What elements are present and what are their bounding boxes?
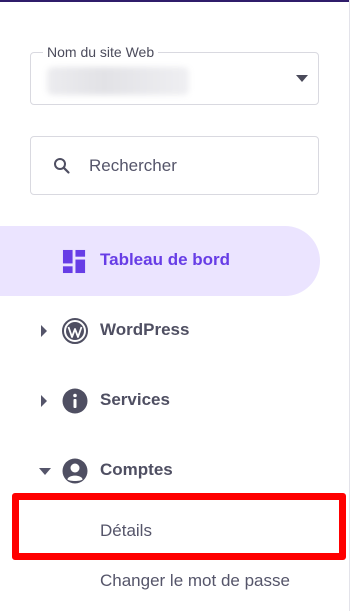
caret-right-icon[interactable]	[41, 395, 47, 407]
nav-item-wordpress[interactable]: WordPress	[0, 296, 320, 366]
website-select-value-blurred	[47, 67, 189, 95]
nav-item-label: Comptes	[100, 460, 173, 479]
info-icon	[62, 388, 88, 414]
account-icon	[62, 458, 88, 484]
website-select[interactable]: Nom du site Web	[30, 44, 319, 105]
sidebar: Nom du site Web Rechercher Tableau de bo…	[0, 0, 350, 611]
search-placeholder: Rechercher	[89, 156, 177, 175]
highlight-annotation	[12, 493, 346, 560]
nav-item-services[interactable]: Services	[0, 366, 320, 436]
search-input[interactable]: Rechercher	[30, 136, 319, 195]
caret-right-icon[interactable]	[41, 325, 47, 337]
top-border	[0, 0, 350, 2]
dashboard-icon	[62, 249, 86, 274]
caret-down-icon[interactable]	[39, 468, 51, 475]
subnav-item-change-password[interactable]: Changer le mot de passe	[100, 571, 290, 591]
website-select-label: Nom du site Web	[43, 44, 159, 60]
nav-item-dashboard[interactable]: Tableau de bord	[0, 226, 320, 296]
nav-item-label: Tableau de bord	[100, 250, 231, 269]
chevron-down-icon[interactable]	[296, 75, 308, 82]
nav-item-label: WordPress	[100, 320, 190, 339]
wordpress-icon	[62, 318, 88, 344]
search-icon	[54, 158, 70, 174]
nav-item-label: Services	[100, 390, 170, 409]
